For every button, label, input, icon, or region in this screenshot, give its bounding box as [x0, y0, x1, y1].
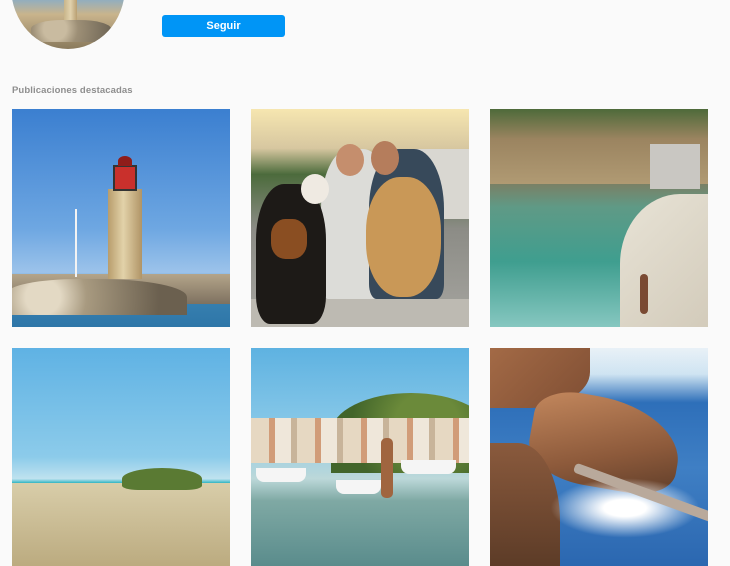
beach-shape [620, 194, 708, 327]
lighthouse-shape [108, 189, 142, 279]
post-tile-beach[interactable] [12, 348, 230, 566]
house-shape [650, 144, 700, 189]
avatar-rocks-shape [31, 20, 111, 42]
black-dog-chest-shape [271, 219, 307, 259]
profile-avatar[interactable] [11, 0, 125, 49]
person-shape [381, 438, 393, 498]
boat-shape [256, 468, 306, 482]
post-tile-harbour[interactable] [251, 348, 469, 566]
head-left-shape [336, 144, 364, 176]
mast-shape [75, 209, 77, 277]
post-tile-couple-dogs[interactable] [251, 109, 469, 327]
post-tile-cove[interactable] [490, 109, 708, 327]
boat-shape [336, 480, 381, 494]
lighthouse-cap-shape [118, 156, 132, 166]
houses-shape [251, 418, 469, 463]
lighthouse-lamp-shape [113, 165, 137, 191]
person-shape [640, 274, 648, 314]
featured-posts-heading: Publicaciones destacadas [12, 85, 133, 96]
head-right-shape [371, 141, 399, 175]
golden-dog-shape [366, 177, 441, 297]
boat-shape [401, 460, 456, 474]
white-dog-shape [301, 174, 329, 204]
bush-shape [122, 468, 202, 490]
post-tile-rocky-coast[interactable] [490, 348, 708, 566]
post-tile-lighthouse[interactable] [12, 109, 230, 327]
rocks-shape [12, 279, 187, 315]
follow-button[interactable]: Seguir [162, 15, 285, 37]
sand-shape [12, 483, 230, 566]
